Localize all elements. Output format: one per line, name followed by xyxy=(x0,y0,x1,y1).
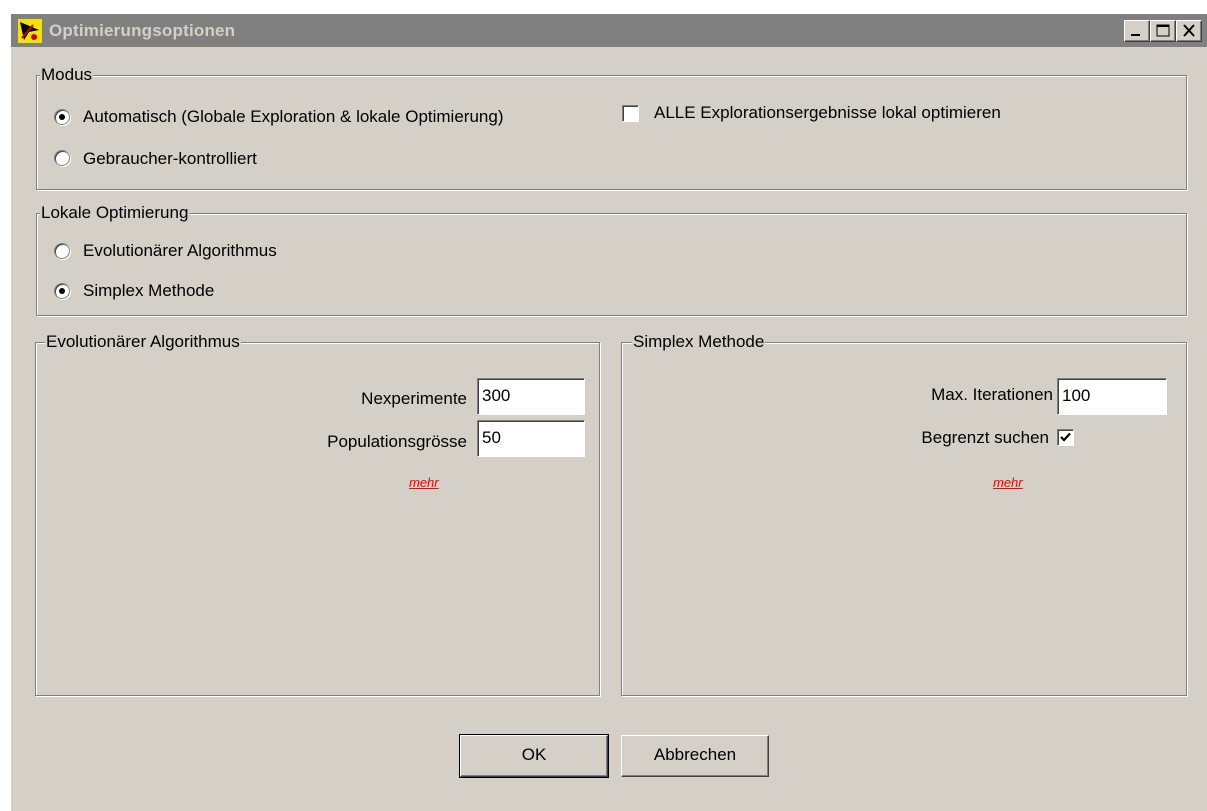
optimizer-app-icon xyxy=(18,19,42,43)
nexperiments-label: Nexperimente xyxy=(361,389,467,408)
window-title: Optimierungsoptionen xyxy=(49,21,236,40)
radio-simplex[interactable] xyxy=(54,283,70,299)
radio-evolutionary-label[interactable]: Evolutionärer Algorithmus xyxy=(83,240,277,262)
local-optimization-legend: Lokale Optimierung xyxy=(40,202,190,224)
radio-selected-dot xyxy=(59,288,65,294)
optimize-all-label[interactable]: ALLE Explorationsergebnisse lokal optimi… xyxy=(654,102,1001,124)
title-bar[interactable]: Optimierungsoptionen xyxy=(11,14,1207,47)
population-label: Populationsgrösse xyxy=(327,432,467,451)
nexperiments-input[interactable]: 300 xyxy=(477,378,585,415)
radio-automatic-label[interactable]: Automatisch (Globale Exploration & lokal… xyxy=(83,106,503,128)
evolutionary-more-link[interactable]: mehr xyxy=(409,474,439,492)
checkmark-icon xyxy=(1060,432,1071,442)
radio-automatic[interactable] xyxy=(54,109,70,125)
simplex-legend: Simplex Methode xyxy=(632,331,766,353)
population-input[interactable]: 50 xyxy=(477,420,585,457)
bounded-search-label: Begrenzt suchen xyxy=(921,428,1049,447)
minimize-button[interactable] xyxy=(1124,20,1150,42)
radio-user-controlled[interactable] xyxy=(54,150,70,166)
radio-simplex-label[interactable]: Simplex Methode xyxy=(83,280,214,302)
evolutionary-legend: Evolutionärer Algorithmus xyxy=(45,331,241,353)
optimize-all-checkbox[interactable] xyxy=(622,105,639,122)
simplex-more-link[interactable]: mehr xyxy=(993,474,1023,492)
dialog-window: Optimierungsoptionen Modus Automatisch (… xyxy=(10,13,1207,811)
maximize-icon xyxy=(1156,24,1170,37)
modus-legend: Modus xyxy=(40,64,94,86)
max-iterations-input[interactable]: 100 xyxy=(1057,378,1167,415)
radio-selected-dot xyxy=(59,114,65,120)
close-icon xyxy=(1183,24,1195,37)
radio-evolutionary[interactable] xyxy=(54,243,70,259)
maximize-button[interactable] xyxy=(1150,20,1176,42)
close-button[interactable] xyxy=(1176,20,1202,42)
cancel-button[interactable]: Abbrechen xyxy=(621,735,769,777)
max-iterations-label: Max. Iterationen xyxy=(931,385,1053,404)
ok-button[interactable]: OK xyxy=(459,734,609,778)
minimize-icon xyxy=(1131,34,1140,36)
modus-group: Modus xyxy=(36,64,1187,190)
bounded-search-checkbox[interactable] xyxy=(1057,429,1074,446)
radio-user-controlled-label[interactable]: Gebraucher-kontrolliert xyxy=(83,148,257,170)
